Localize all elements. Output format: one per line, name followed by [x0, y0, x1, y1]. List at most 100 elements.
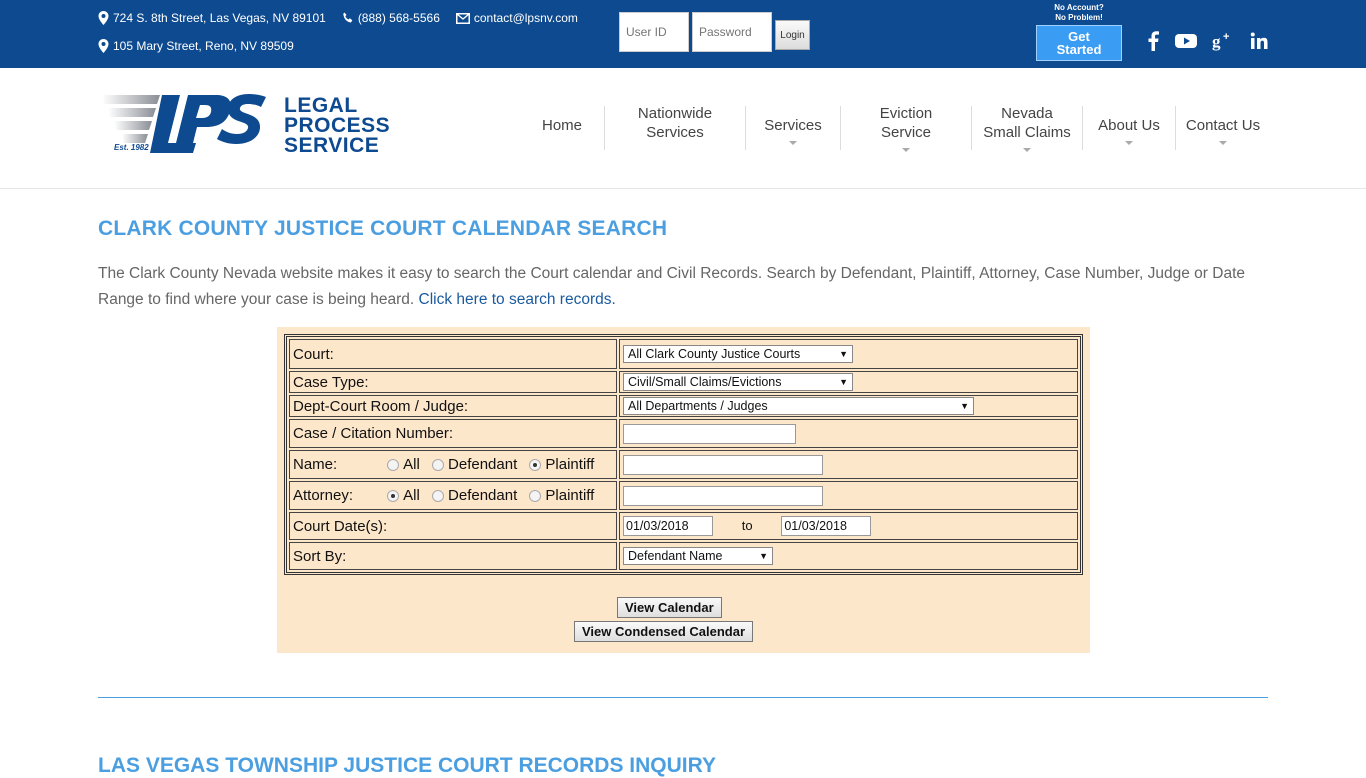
contact-line-1: 724 S. 8th Street, Las Vegas, NV 89101 (… [98, 11, 594, 25]
map-pin-icon [98, 39, 109, 53]
phone-text: (888) 568-5566 [357, 11, 440, 25]
youtube-icon[interactable] [1174, 30, 1198, 52]
no-account-line2: No Problem! [1055, 13, 1103, 22]
nav-services-label: Services [764, 117, 822, 134]
name-option-all[interactable]: All [387, 456, 420, 473]
nav-home-label: Home [541, 117, 582, 134]
attorney-option-all[interactable]: All [387, 487, 420, 504]
case-number-input[interactable] [623, 423, 796, 444]
address-item-reno: 105 Mary Street, Reno, NV 89509 [98, 39, 294, 53]
dropdown-arrow-icon: ▼ [839, 349, 848, 359]
lps-logo[interactable]: Est. 1982 LEGAL PROCESS SERVICE [100, 94, 400, 156]
nav-nationwide-label-2: Services [646, 124, 704, 141]
svg-text:g: g [1212, 32, 1221, 51]
svg-text:+: + [1223, 31, 1229, 43]
login-form: Login [619, 12, 810, 52]
search-records-link[interactable]: Click here to search records. [419, 291, 616, 308]
name-label-cell: Name: All Defendant Plaintiff [289, 450, 617, 479]
case-type-select[interactable]: Civil/Small Claims/Evictions ▼ [623, 373, 853, 391]
attorney-label: Attorney: [293, 487, 354, 504]
name-option-plaintiff[interactable]: Plaintiff [529, 456, 594, 473]
facebook-icon[interactable] [1141, 30, 1165, 52]
logo-wordmark: LEGAL PROCESS SERVICE [284, 94, 391, 157]
nav-about-us[interactable]: About Us [1083, 104, 1175, 154]
established-text: Est. 1982 [114, 143, 149, 152]
nav-eviction-label-2: Service [880, 124, 932, 141]
next-section-title: LAS VEGAS TOWNSHIP JUSTICE COURT RECORDS… [98, 754, 717, 777]
nav-contact-us[interactable]: Contact Us [1176, 104, 1270, 154]
attorney-option-defendant[interactable]: Defendant [432, 487, 517, 504]
nav-nationwide-services[interactable]: Nationwide Services [605, 104, 745, 154]
site-header: Est. 1982 LEGAL PROCESS SERVICE Home Nat… [0, 68, 1366, 189]
nav-nevada-label-2: Small Claims [983, 124, 1071, 141]
dropdown-arrow-icon: ▼ [759, 551, 768, 561]
chevron-down-icon [1125, 141, 1133, 145]
user-id-input[interactable] [619, 12, 689, 52]
name-label: Name: [293, 456, 338, 473]
court-label: Court: [289, 339, 617, 369]
case-type-cell: Civil/Small Claims/Evictions ▼ [619, 371, 1078, 393]
attorney-option-plaintiff-label: Plaintiff [545, 487, 595, 504]
logo-line-legal: LEGAL [284, 94, 358, 117]
nav-eviction-service[interactable]: Eviction Service [841, 104, 971, 154]
view-calendar-button[interactable]: View Calendar [617, 597, 722, 618]
dept-select[interactable]: All Departments / Judges ▼ [623, 397, 974, 415]
attorney-radio-all[interactable] [387, 490, 400, 503]
chevron-down-icon [1023, 148, 1031, 152]
login-button[interactable]: Login [775, 20, 810, 50]
name-option-defendant[interactable]: Defendant [432, 456, 517, 473]
password-input[interactable] [692, 12, 772, 52]
linkedin-icon[interactable] [1247, 30, 1271, 52]
email-text: contact@lpsnv.com [473, 11, 578, 25]
dept-label: Dept-Court Room / Judge: [289, 395, 617, 417]
case-number-label: Case / Citation Number: [289, 419, 617, 448]
court-select[interactable]: All Clark County Justice Courts ▼ [623, 345, 853, 363]
attorney-label-cell: Attorney: All Defendant Plaintiff [289, 481, 617, 510]
name-radio-defendant[interactable] [432, 459, 445, 472]
name-input[interactable] [623, 454, 823, 475]
attorney-radio-plaintiff[interactable] [529, 490, 542, 503]
nav-nevada-small-claims[interactable]: Nevada Small Claims [972, 104, 1082, 154]
attorney-input-cell [619, 481, 1078, 510]
case-type-label: Case Type: [289, 371, 617, 393]
search-form-table: Court: All Clark County Justice Courts ▼ … [284, 334, 1083, 575]
logo-line-process: PROCESS [284, 114, 391, 137]
case-type-select-value: Civil/Small Claims/Evictions [628, 375, 782, 389]
attorney-option-defendant-label: Defendant [448, 487, 518, 504]
nav-home[interactable]: Home [520, 104, 604, 154]
date-from-input[interactable]: 01/03/2018 [623, 516, 713, 536]
court-dates-label: Court Date(s): [289, 512, 617, 540]
top-contact-bar: 724 S. 8th Street, Las Vegas, NV 89101 (… [0, 0, 1366, 68]
name-radio-all[interactable] [387, 459, 400, 472]
phone-item[interactable]: (888) 568-5566 [342, 11, 440, 25]
address-item: 724 S. 8th Street, Las Vegas, NV 89101 [98, 11, 326, 25]
chevron-down-icon [902, 148, 910, 152]
attorney-radio-defendant[interactable] [432, 490, 445, 503]
email-item[interactable]: contact@lpsnv.com [455, 11, 578, 25]
nav-about-label: About Us [1098, 117, 1160, 134]
sort-by-cell: Defendant Name ▼ [619, 542, 1078, 570]
date-to-input[interactable]: 01/03/2018 [781, 516, 872, 536]
logo-line-service: SERVICE [284, 134, 380, 157]
nav-services[interactable]: Services [746, 104, 840, 154]
map-pin-icon [98, 11, 109, 25]
attorney-input[interactable] [623, 485, 823, 506]
attorney-option-plaintiff[interactable]: Plaintiff [529, 487, 594, 504]
name-radio-plaintiff[interactable] [529, 459, 542, 472]
main-nav: Home Nationwide Services Services Evicti… [520, 104, 1270, 164]
calendar-search-form: Court: All Clark County Justice Courts ▼ … [277, 327, 1090, 653]
intro-text: The Clark County Nevada website makes it… [98, 265, 1245, 308]
address-text-reno: 105 Mary Street, Reno, NV 89509 [113, 39, 294, 53]
view-condensed-calendar-button[interactable]: View Condensed Calendar [574, 621, 754, 642]
dropdown-arrow-icon: ▼ [839, 377, 848, 387]
court-select-value: All Clark County Justice Courts [628, 347, 801, 361]
sort-by-label: Sort By: [289, 542, 617, 570]
google-plus-icon[interactable]: g + [1211, 30, 1235, 52]
no-account-text: No Account? No Problem! [1036, 3, 1122, 23]
sort-by-select[interactable]: Defendant Name ▼ [623, 547, 773, 565]
phone-icon [343, 12, 353, 23]
envelope-icon [455, 12, 470, 24]
get-started-button[interactable]: Get Started [1036, 25, 1122, 61]
name-option-all-label: All [403, 456, 420, 473]
dept-cell: All Departments / Judges ▼ [619, 395, 1078, 417]
